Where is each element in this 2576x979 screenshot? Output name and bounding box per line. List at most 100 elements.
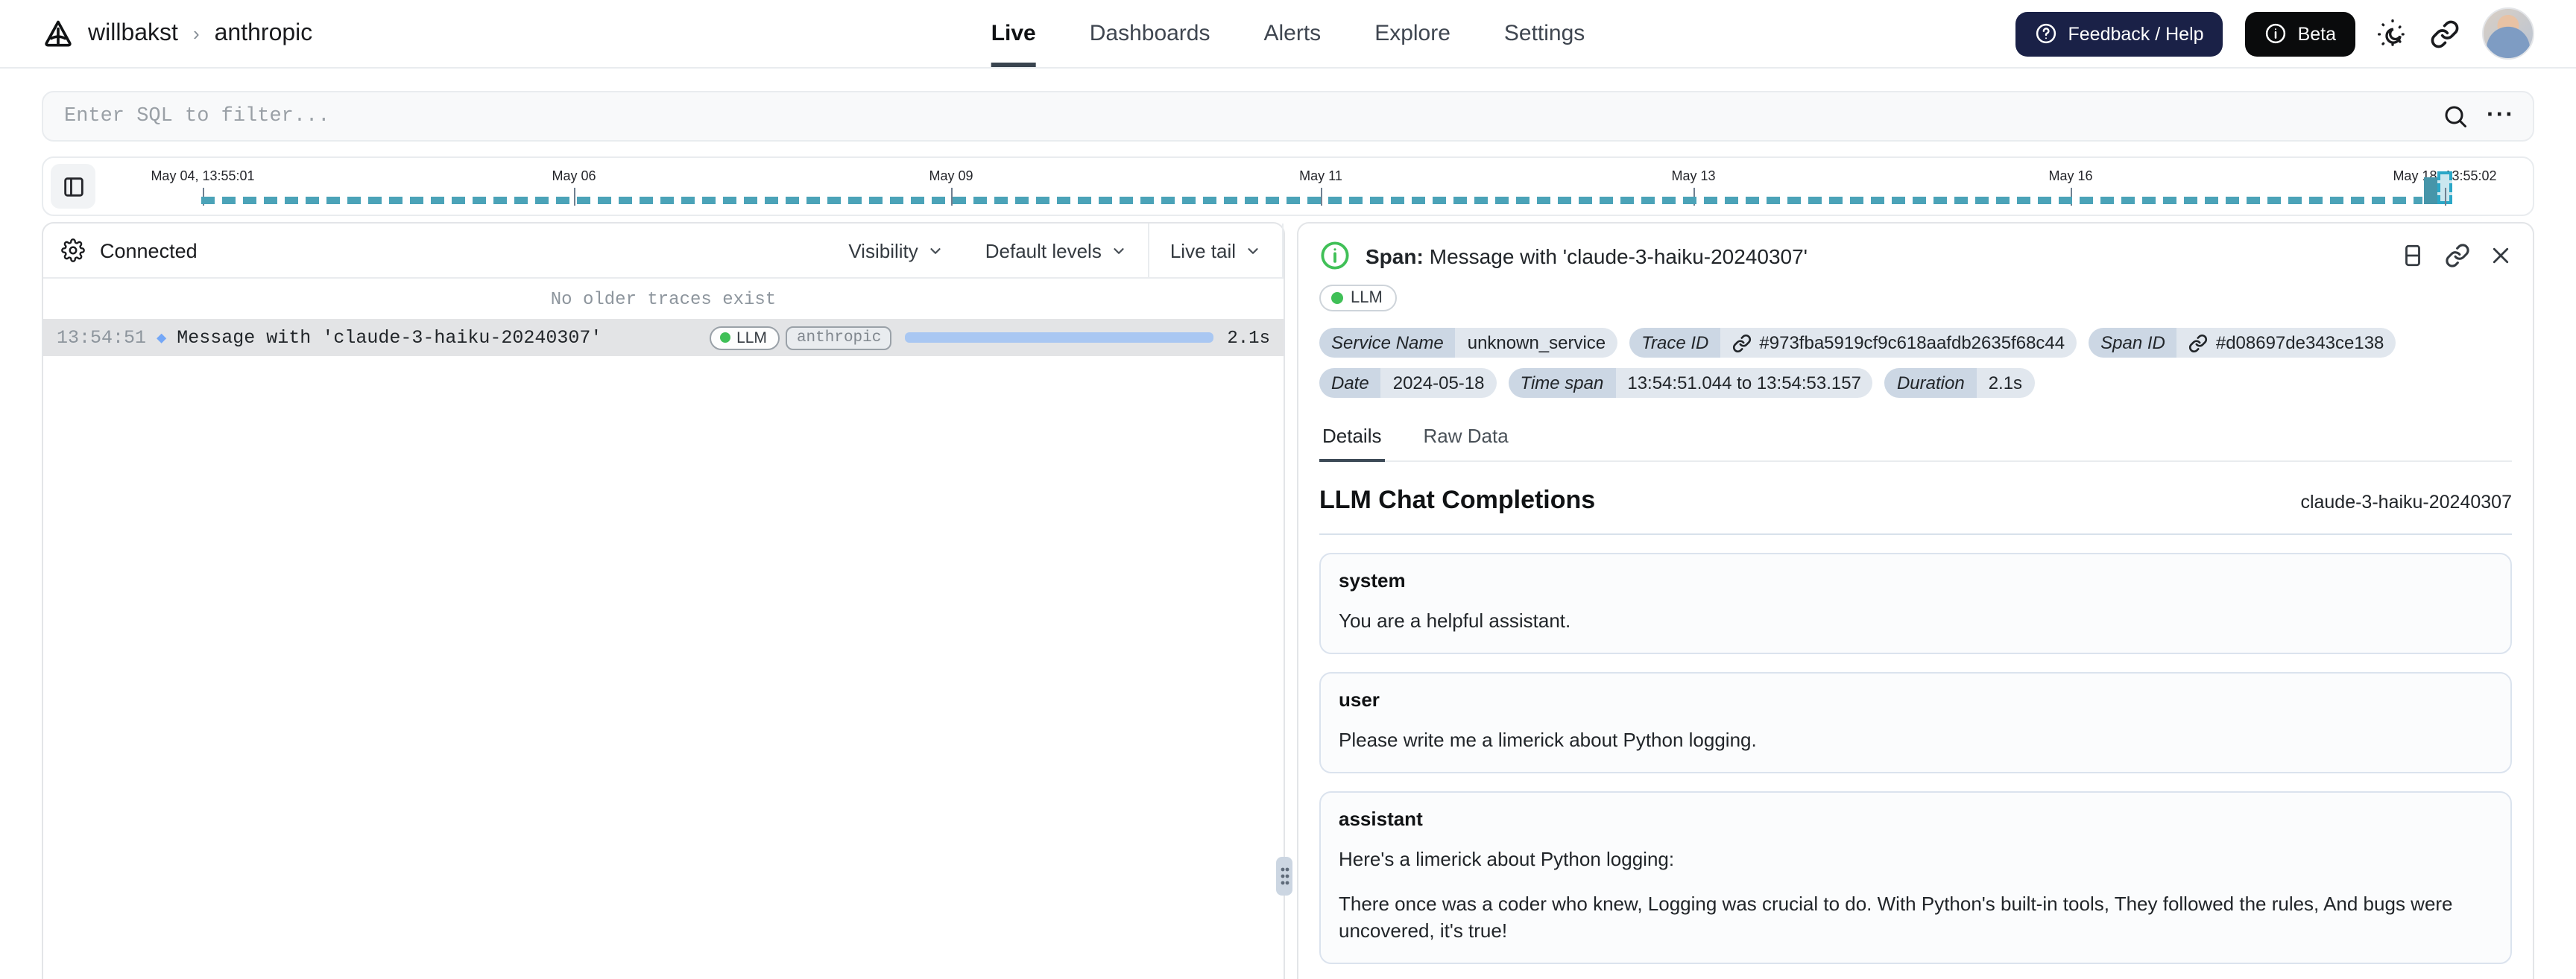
sql-filter-input[interactable] [61,104,2443,129]
app-screen: willbakst › anthropic Live Dashboards Al… [0,0,2576,979]
span-type-badge: LLM [1319,285,1398,311]
span-id-pill[interactable]: Span ID #d08697de343ce138 [2089,328,2396,358]
provider-badge: anthropic [786,326,892,349]
message-content: Please write me a limerick about Python … [1339,729,1757,752]
tab-alerts[interactable]: Alerts [1264,0,1322,67]
user-avatar[interactable] [2482,7,2534,60]
message-content: You are a helpful assistant. [1339,609,1571,632]
question-circle-icon [2036,22,2058,45]
lilypad-logo-icon [42,17,75,50]
feedback-help-button[interactable]: Feedback / Help [2015,11,2223,56]
message-card-user: user Please write me a limerick about Py… [1319,672,2512,774]
top-nav: willbakst › anthropic Live Dashboards Al… [0,0,2576,69]
duration-pill: Duration 2.1s [1884,368,2035,398]
connection-status: Connected [61,238,198,262]
theme-toggle-icon[interactable] [2378,19,2408,48]
breadcrumb-project[interactable]: anthropic [215,20,313,47]
more-options-icon[interactable]: ··· [2487,104,2515,128]
message-card-assistant: assistant Here's a limerick about Python… [1319,791,2512,964]
timeline-tick-label: May 06 [552,168,596,183]
beta-button[interactable]: Beta [2245,11,2355,56]
link-icon [1732,333,1752,352]
visibility-dropdown[interactable]: Visibility [827,224,964,277]
llm-section-header: LLM Chat Completions claude-3-haiku-2024… [1319,486,2512,516]
trace-title: Message with 'claude-3-haiku-20240307' [177,327,602,348]
message-content: Here's a limerick about Python logging: [1339,848,1675,871]
timeline-tick-label: May 11 [1299,168,1342,183]
info-circle-icon [2265,22,2288,45]
breadcrumb-separator: › [192,22,200,45]
chevron-down-icon [927,242,944,259]
span-tabs: Details Raw Data [1319,419,2512,462]
time-span-pill: Time span 13:54:51.044 to 13:54:53.157 [1508,368,1873,398]
chevron-down-icon [1245,242,1261,259]
main-split: Connected Visibility Default levels Live… [42,222,2534,979]
llm-type-badge: LLM [710,326,780,349]
no-older-traces-notice: No older traces exist [550,288,777,309]
nav-actions: Feedback / Help Beta [2015,7,2534,60]
message-card-system: system You are a helpful assistant. [1319,553,2512,655]
copy-link-icon[interactable] [2445,243,2470,268]
tab-raw-data[interactable]: Raw Data [1421,419,1512,462]
green-dot-icon [1331,292,1343,304]
traces-header: Connected Visibility Default levels Live… [43,224,1284,279]
share-link-icon[interactable] [2430,19,2460,48]
span-diamond-icon: ◆ [157,330,167,348]
trace-badges: LLM anthropic [710,326,892,349]
link-icon [2189,333,2209,352]
close-icon[interactable] [2490,244,2512,267]
tab-dashboards[interactable]: Dashboards [1090,0,1210,67]
span-title: Span: Message with 'claude-3-haiku-202403… [1366,244,1808,267]
model-name: claude-3-haiku-20240307 [2300,492,2512,513]
trace-duration: 2.1s [1227,327,1270,348]
timeline-tick-label: May 09 [929,168,973,183]
section-divider [1319,533,2512,535]
span-meta-row-1: Service Name unknown_service Trace ID #9… [1319,328,2512,358]
span-body: LLM Service Name unknown_service Trace I… [1298,282,2533,964]
date-pill: Date 2024-05-18 [1319,368,1497,398]
search-icon[interactable] [2442,103,2469,130]
message-role: assistant [1339,808,1423,831]
green-dot-icon [720,332,731,343]
time-histogram: May 04, 13:55:01 May 06 May 09 May 11 Ma… [42,156,2534,216]
section-title: LLM Chat Completions [1319,486,1596,514]
side-panel-icon[interactable] [2400,243,2425,268]
traces-controls: Visibility Default levels Live tail [827,224,1284,277]
tab-details[interactable]: Details [1319,419,1385,462]
span-info-icon [1319,240,1351,271]
split-drag-handle[interactable] [1276,857,1292,896]
sql-filter-bar: ··· [42,91,2534,142]
span-header-actions [2400,243,2512,268]
span-detail-panel: Span: Message with 'claude-3-haiku-202403… [1297,222,2534,979]
timeline-tick-mark [2445,188,2446,206]
timeline-tick-label: May 16 [2048,168,2093,183]
message-role: system [1339,569,1406,592]
trace-row[interactable]: 13:54:51 ◆ Message with 'claude-3-haiku-… [43,319,1284,356]
trace-timestamp: 13:54:51 [57,327,147,348]
message-content: There once was a coder who knew, Logging… [1339,892,2453,942]
live-tail-dropdown[interactable]: Live tail [1147,224,1284,277]
tab-live[interactable]: Live [991,0,1036,67]
sidebar-toggle-icon[interactable] [51,164,95,209]
traces-panel: Connected Visibility Default levels Live… [42,222,1285,979]
breadcrumb: willbakst › anthropic [42,17,312,50]
connection-status-label: Connected [100,239,198,262]
message-role: user [1339,688,1380,712]
default-levels-dropdown[interactable]: Default levels [965,224,1148,277]
timeline-activity-track[interactable] [201,197,2422,204]
timeline-histogram-bar[interactable] [2424,177,2439,204]
service-name-pill: Service Name unknown_service [1319,328,1618,358]
primary-tabs: Live Dashboards Alerts Explore Settings [991,0,1585,67]
span-header: Span: Message with 'claude-3-haiku-202403… [1298,224,2533,282]
filter-actions: ··· [2442,103,2515,130]
chevron-down-icon [1111,242,1127,259]
tab-settings[interactable]: Settings [1504,0,1585,67]
breadcrumb-org[interactable]: willbakst [88,20,178,47]
span-meta-row-2: Date 2024-05-18 Time span 13:54:51.044 t… [1319,368,2512,398]
gear-icon[interactable] [61,238,85,262]
tab-explore[interactable]: Explore [1374,0,1450,67]
trace-id-pill[interactable]: Trace ID #973fba5919cf9c618aafdb2635f68c… [1629,328,2077,358]
duration-bar [905,332,1214,343]
timeline-tick-label: May 13 [1671,168,1716,183]
timeline-tick-label: May 04, 13:55:01 [151,168,255,183]
